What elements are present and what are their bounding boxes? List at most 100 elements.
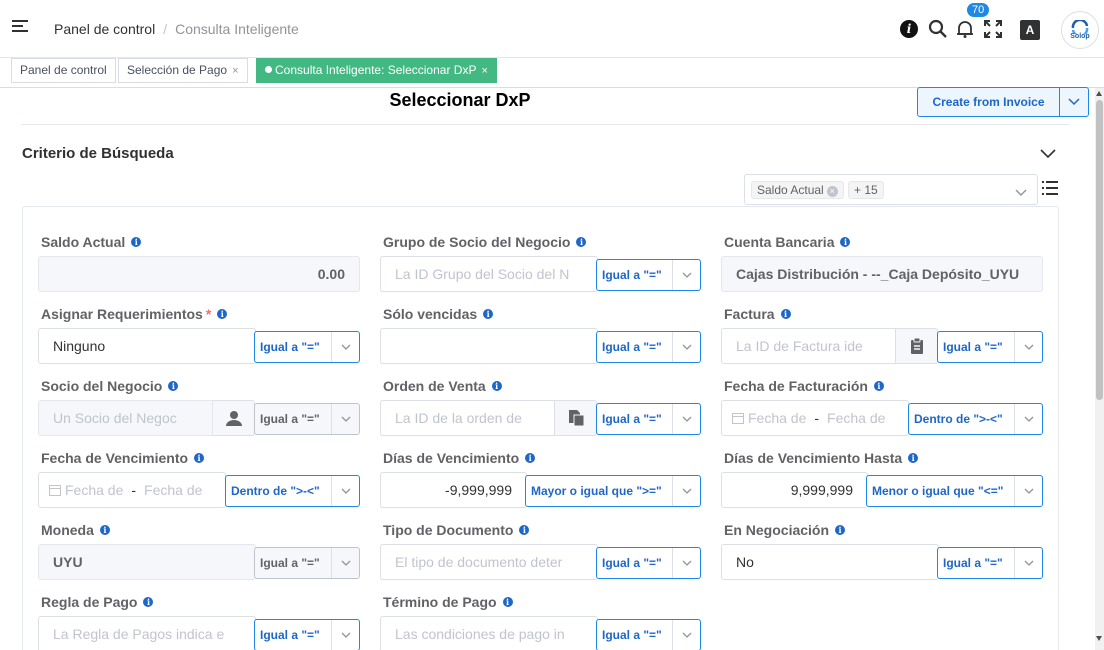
grupo-socio-operator[interactable]: Igual a "=" (596, 259, 701, 291)
label-grupo-socio: Grupo de Socio del Negocio i (383, 234, 587, 250)
en-negociacion-operator[interactable]: Igual a "=" (937, 547, 1043, 579)
scroll-down-icon[interactable] (1096, 636, 1102, 641)
label-dias-venc-hasta: Días de Vencimiento Hasta i (724, 450, 919, 466)
user-icon[interactable] (213, 400, 255, 436)
termino-pago-operator[interactable]: Igual a "=" (596, 619, 701, 650)
label-factura: Factura i (724, 306, 791, 322)
asignar-req-input[interactable]: Ninguno (38, 328, 256, 364)
chevron-down-icon (331, 332, 359, 362)
factura-input[interactable]: La ID de Factura ide (721, 328, 896, 364)
breadcrumb-current: Consulta Inteligente (175, 21, 299, 37)
grupo-socio-input[interactable]: La ID Grupo del Socio del N (380, 256, 598, 292)
info-icon: i (908, 453, 919, 463)
solo-vencidas-operator[interactable]: Igual a "=" (596, 331, 701, 363)
close-icon[interactable]: × (232, 65, 238, 77)
chevron-down-icon (672, 476, 700, 506)
dias-venc-hasta-operator[interactable]: Menor o igual que "<=" (866, 475, 1043, 507)
moneda-input[interactable]: UYU (38, 544, 256, 580)
language-icon[interactable]: A (1020, 20, 1040, 40)
chevron-down-icon[interactable] (1060, 88, 1088, 116)
info-icon: i (835, 525, 846, 535)
chevron-down-icon (1014, 476, 1042, 506)
label-fecha-vencimiento: Fecha de Vencimiento i (41, 450, 205, 466)
create-from-invoice-button[interactable]: Create from Invoice (917, 87, 1089, 117)
tag-close-icon[interactable]: × (826, 186, 838, 197)
page-title: Seleccionar DxP (389, 90, 531, 110)
scroll-up-icon[interactable] (1096, 91, 1102, 96)
divider (22, 124, 1069, 125)
moneda-operator[interactable]: Igual a "=" (254, 547, 360, 579)
chevron-down-icon (1014, 548, 1042, 578)
vertical-scrollbar[interactable] (1095, 88, 1104, 650)
chevron-down-icon[interactable] (1015, 184, 1027, 202)
dias-vencimiento-input[interactable]: -9,999,999 (380, 472, 527, 508)
label-tipo-documento: Tipo de Documento i (383, 522, 530, 538)
label-fecha-facturacion: Fecha de Facturación i (724, 378, 884, 394)
en-negociacion-input[interactable]: No (721, 544, 939, 580)
chevron-down-icon (331, 404, 359, 434)
dias-venc-hasta-input[interactable]: 9,999,999 (721, 472, 868, 508)
chevron-down-icon (331, 620, 359, 650)
list-icon[interactable] (1042, 180, 1058, 196)
tab-panel-control[interactable]: Panel de control (11, 58, 116, 83)
avatar[interactable]: Solop (1061, 11, 1099, 49)
chevron-down-icon (672, 620, 700, 650)
dias-vencimiento-operator[interactable]: Mayor o igual que ">=" (525, 475, 701, 507)
chevron-down-icon (672, 404, 700, 434)
chevron-down-icon (1014, 332, 1042, 362)
socio-negocio-operator[interactable]: Igual a "=" (254, 403, 360, 435)
tipo-documento-input[interactable]: El tipo de documento deter (380, 544, 598, 580)
fecha-vencimiento-range[interactable]: Fecha de - Fecha de (38, 472, 226, 508)
tag-saldo-actual: Saldo Actual × (751, 181, 844, 199)
chevron-down-icon (331, 476, 359, 506)
label-solo-vencidas: Sólo vencidas i (383, 306, 494, 322)
label-asignar-req: Asignar Requerimientos * i (41, 306, 228, 322)
orden-venta-operator[interactable]: Igual a "=" (596, 403, 701, 435)
info-icon: i (502, 597, 513, 607)
breadcrumb: Panel de control / Consulta Inteligente (54, 21, 299, 37)
tab-seleccion-pago[interactable]: Selección de Pago × (118, 58, 248, 83)
chevron-down-icon (672, 548, 700, 578)
info-icon: i (483, 309, 494, 319)
regla-pago-input[interactable]: La Regla de Pagos indica e (38, 616, 256, 650)
chevron-down-icon[interactable] (1040, 146, 1056, 164)
solo-vencidas-input[interactable] (380, 328, 598, 364)
termino-pago-input[interactable]: Las condiciones de pago in (380, 616, 598, 650)
copy-document-icon[interactable] (555, 400, 597, 436)
saldo-actual-input[interactable]: 0.00 (38, 256, 360, 292)
cuenta-bancaria-input[interactable]: Cajas Distribución - --_Caja Depósito_UY… (721, 256, 1043, 292)
clipboard-icon[interactable] (896, 328, 938, 364)
fecha-facturacion-operator[interactable]: Dentro de ">-<" (908, 403, 1043, 435)
label-en-negociacion: En Negociación i (724, 522, 846, 538)
label-socio-negocio: Socio del Negocio i (41, 378, 179, 394)
chevron-down-icon (672, 332, 700, 362)
tag-more: + 15 (848, 181, 884, 199)
info-icon[interactable]: i (900, 18, 918, 40)
tipo-documento-operator[interactable]: Igual a "=" (596, 547, 701, 579)
info-icon: i (519, 525, 530, 535)
fecha-facturacion-range[interactable]: Fecha de - Fecha de (721, 400, 909, 436)
label-cuenta-bancaria: Cuenta Bancaria i (724, 234, 851, 250)
fecha-vencimiento-operator[interactable]: Dentro de ">-<" (225, 475, 360, 507)
socio-negocio-input[interactable]: Un Socio del Negoc (38, 400, 213, 436)
hamburger-menu-icon[interactable] (12, 20, 28, 36)
search-icon[interactable] (928, 18, 948, 40)
asignar-req-operator[interactable]: Igual a "=" (254, 331, 360, 363)
scrollbar-thumb[interactable] (1096, 100, 1103, 400)
chevron-down-icon (1014, 404, 1042, 434)
notification-badge: 70 (967, 3, 990, 17)
fullscreen-icon[interactable] (983, 18, 1003, 40)
info-icon: i (131, 237, 142, 247)
close-icon[interactable]: × (481, 65, 487, 77)
tab-consulta-inteligente[interactable]: Consulta Inteligente: Seleccionar DxP × (256, 58, 497, 83)
breadcrumb-home[interactable]: Panel de control (54, 21, 155, 37)
label-regla-pago: Regla de Pago i (41, 594, 154, 610)
bell-icon[interactable] (955, 18, 975, 40)
regla-pago-operator[interactable]: Igual a "=" (254, 619, 360, 650)
info-icon: i (491, 381, 502, 391)
orden-venta-input[interactable]: La ID de la orden de (380, 400, 555, 436)
factura-operator[interactable]: Igual a "=" (937, 331, 1043, 363)
info-icon: i (99, 525, 110, 535)
chevron-down-icon (672, 260, 700, 290)
field-selector[interactable]: Saldo Actual × + 15 (744, 174, 1038, 205)
